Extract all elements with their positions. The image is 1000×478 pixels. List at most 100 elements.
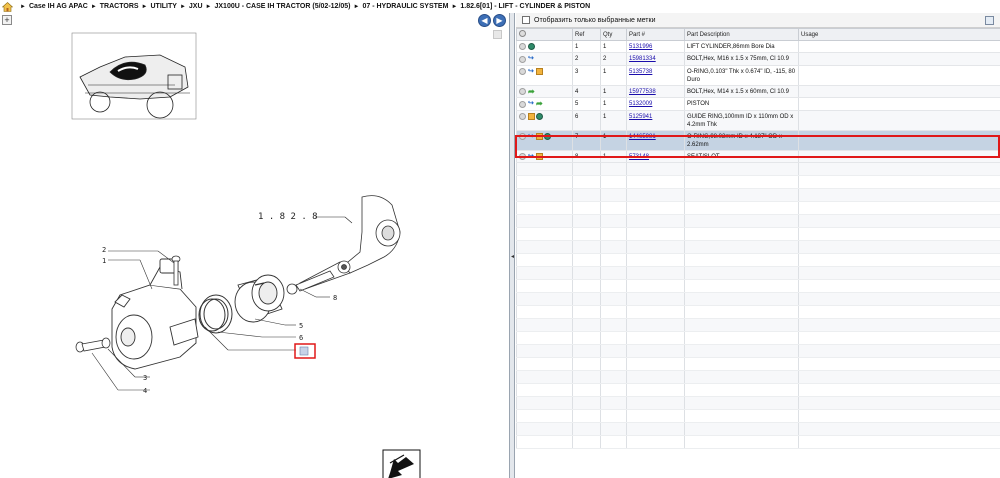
breadcrumb-item[interactable]: Case IH AG APAC (29, 3, 88, 10)
empty-cell (516, 305, 573, 320)
empty-cell (798, 344, 1000, 359)
table-row[interactable]: ↪ ➦ 5 1 5132009 PISTON (516, 97, 1000, 111)
empty-cell (516, 188, 573, 203)
replacement-arrow-icon[interactable]: ↪ (528, 133, 536, 141)
breadcrumb-item[interactable]: UTILITY (151, 3, 177, 10)
ref-cell: 6 (572, 110, 601, 131)
col-header-description[interactable]: Part Description (684, 28, 799, 41)
part-number-link[interactable]: 5131996 (629, 44, 652, 50)
add-to-cart-icon[interactable] (519, 68, 526, 76)
empty-cell (626, 292, 685, 307)
table-row[interactable]: ↪ 8 1 573148 SEAT/SLOT (516, 150, 1000, 164)
col-header-part[interactable]: Part # (626, 28, 685, 41)
package-icon[interactable] (536, 68, 543, 76)
part-number-link[interactable]: 15981334 (626, 52, 685, 66)
part-number-link[interactable]: 15981334 (629, 56, 656, 62)
table-row[interactable]: 6 1 5125941 GUIDE RING,100mm ID x 110mm OD … (516, 110, 1000, 131)
breadcrumb-item[interactable]: JX100U - CASE IH TRACTOR (5/02-12/05) (214, 3, 350, 10)
select-all-icon[interactable] (519, 30, 526, 37)
add-to-cart-icon[interactable] (519, 112, 526, 120)
callout-6[interactable]: 6 (299, 334, 303, 342)
table-row[interactable]: 1 1 5131996 LIFT CYLINDER,86mm Bore Dia (516, 40, 1000, 54)
part-number-link[interactable]: 573148 (626, 150, 685, 164)
empty-cell (600, 162, 627, 177)
show-selected-only-label[interactable]: Отобразить только выбранные метки (534, 17, 655, 24)
col-header-ref[interactable]: Ref (572, 28, 601, 41)
gear-part-icon[interactable] (536, 112, 543, 120)
part-number-link[interactable]: 15977538 (629, 89, 656, 95)
part-number-link[interactable]: 5135738 (629, 69, 652, 75)
add-to-cart-icon[interactable] (519, 43, 526, 50)
empty-cell (798, 162, 1000, 177)
replacement-arrow-icon[interactable]: ↪ (528, 100, 536, 108)
empty-row (516, 318, 1000, 333)
replacement-arrow-icon[interactable]: ↪ (528, 55, 536, 63)
empty-cell (516, 292, 573, 307)
empty-cell (626, 253, 685, 268)
add-to-cart-icon[interactable] (519, 55, 526, 63)
splitter-grip-icon[interactable]: ◂ (510, 253, 515, 261)
usage-cell (798, 85, 1000, 99)
package-icon[interactable] (536, 133, 543, 141)
part-number-link[interactable]: 14465981 (626, 130, 685, 151)
callout-2[interactable]: 2 (102, 246, 106, 254)
part-number-link[interactable]: 5132009 (626, 97, 685, 111)
add-to-cart-icon[interactable] (519, 133, 526, 141)
expand-button[interactable]: + (2, 15, 12, 25)
col-header-qty[interactable]: Qty (600, 28, 627, 41)
gear-part-icon[interactable] (544, 133, 551, 141)
green-arrow-icon[interactable]: ➦ (528, 87, 536, 96)
list-options-icon[interactable] (985, 16, 994, 25)
replacement-arrow-icon[interactable]: ↪ (528, 68, 536, 76)
row-icons (516, 40, 573, 54)
next-page-arrow-icon[interactable] (382, 449, 421, 478)
callout-3[interactable]: 3 (143, 374, 147, 382)
callout-4[interactable]: 4 (143, 387, 147, 395)
gear-part-icon[interactable] (528, 43, 535, 50)
empty-cell (572, 201, 601, 216)
empty-cell (572, 344, 601, 359)
add-to-cart-icon[interactable] (519, 153, 526, 161)
add-to-cart-icon[interactable] (519, 100, 526, 108)
diagram-toolbar: + ◀ ▶ (0, 13, 510, 27)
piston-part (234, 274, 285, 323)
home-icon[interactable] (2, 1, 13, 12)
part-number-link[interactable]: 5132009 (629, 101, 652, 107)
qty-cell: 2 (600, 52, 627, 66)
green-arrow-icon[interactable]: ➦ (536, 100, 544, 108)
part-number-link[interactable]: 15977538 (626, 85, 685, 99)
empty-cell (798, 227, 1000, 242)
part-number-link[interactable]: 5135738 (626, 65, 685, 86)
exploded-parts-drawing[interactable]: 1 . 8 2 . 8 2 1 3 4 5 6 8 (0, 27, 509, 478)
part-number-link[interactable]: 5125941 (626, 110, 685, 131)
table-row[interactable]: ↪ 7 1 14465981 O-RING,98.02mm ID x 4.137" OD… (516, 130, 1000, 151)
part-number-link[interactable]: 14465981 (629, 134, 656, 140)
callout-1[interactable]: 1 (102, 257, 106, 265)
col-header-actions (516, 28, 573, 41)
part-number-link[interactable]: 573148 (629, 154, 649, 160)
breadcrumb-item[interactable]: JXU (189, 3, 203, 10)
table-row[interactable]: ↪ 3 1 5135738 O-RING,0.103" Thk x 0.674" ID,… (516, 65, 1000, 86)
col-header-usage[interactable]: Usage (798, 28, 1000, 41)
package-icon[interactable] (536, 153, 543, 161)
table-row[interactable]: ➦ 4 1 15977538 BOLT,Hex, M14 x 1.5 x 60mm, C… (516, 85, 1000, 99)
callout-8[interactable]: 8 (333, 294, 337, 302)
breadcrumb-item[interactable]: 07 - HYDRAULIC SYSTEM (362, 3, 448, 10)
next-diagram-button[interactable]: ▶ (493, 14, 506, 27)
part-number-link[interactable]: 5125941 (629, 114, 652, 120)
package-icon[interactable] (528, 112, 535, 120)
add-to-cart-icon[interactable] (519, 88, 526, 96)
replacement-arrow-icon[interactable]: ↪ (528, 153, 536, 161)
ref-cell: 8 (572, 150, 601, 164)
callout-7-highlight[interactable] (294, 343, 316, 359)
usage-cell (798, 110, 1000, 131)
qty-cell: 1 (600, 110, 627, 131)
part-number-link[interactable]: 5131996 (626, 40, 685, 54)
show-selected-only-checkbox[interactable] (522, 16, 530, 24)
empty-cell (626, 344, 685, 359)
previous-diagram-button[interactable]: ◀ (478, 14, 491, 27)
breadcrumb-item[interactable]: TRACTORS (100, 3, 139, 10)
callout-5[interactable]: 5 (299, 322, 303, 330)
panel-splitter[interactable]: ◂ (510, 13, 515, 478)
table-row[interactable]: ↪ 2 2 15981334 BOLT,Hex, M16 x 1.5 x 75mm, C… (516, 52, 1000, 66)
